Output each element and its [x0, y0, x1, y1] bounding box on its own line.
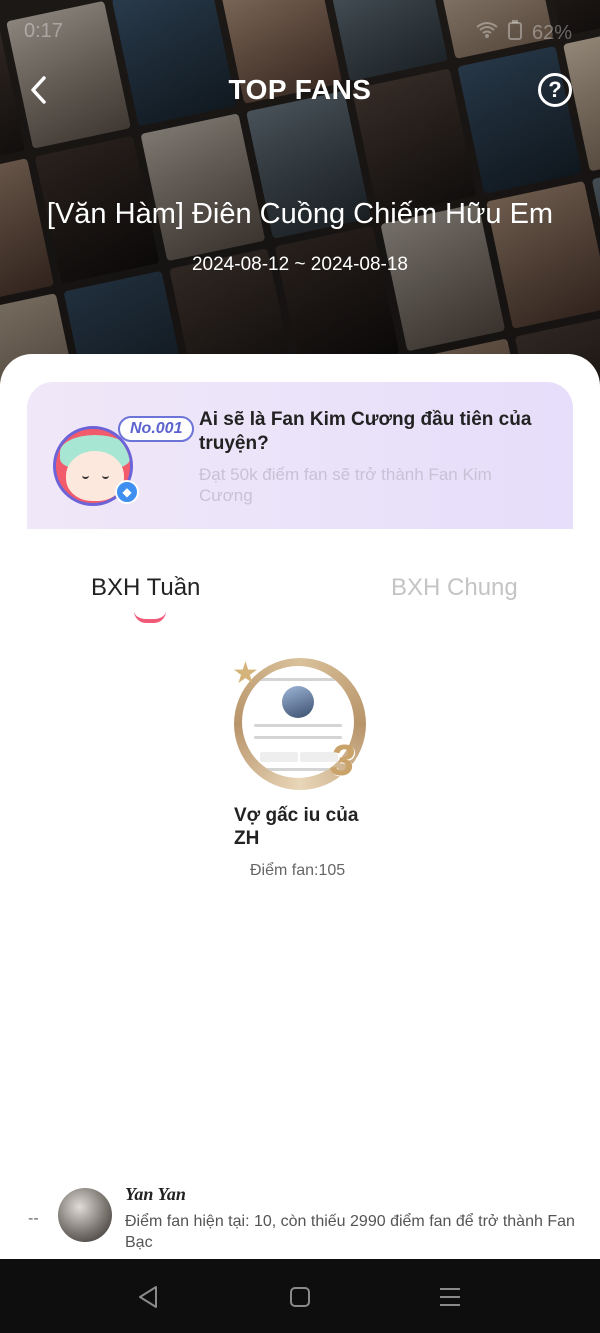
my-name: Yan Yan — [125, 1184, 186, 1204]
square-home-icon — [290, 1287, 310, 1307]
battery-level: 62% — [531, 21, 572, 44]
top-bar: TOP FANS ? — [0, 66, 600, 116]
star-icon: ★ — [232, 657, 259, 690]
wifi-icon — [476, 21, 498, 45]
nav-home-button[interactable] — [286, 1283, 314, 1311]
promo-subtitle: Đạt 50k điểm fan sẽ trở thành Fan Kim Cư… — [199, 465, 492, 505]
promo-title: Ai sẽ là Fan Kim Cương đầu tiên của truy… — [199, 409, 532, 454]
status-time: 0:17 — [24, 20, 63, 42]
status-bar: 0:17 62% — [0, 18, 600, 48]
my-rank: -- — [28, 1210, 39, 1227]
question-icon: ? — [548, 77, 562, 102]
triangle-back-icon — [139, 1286, 157, 1308]
diamond-fan-promo: ◆ No.001 Ai sẽ là Fan Kim Cương đầu tiên… — [27, 382, 573, 529]
avatar — [58, 1188, 112, 1242]
fan-score: Điểm fan:105 — [250, 862, 346, 879]
date-range: 2024-08-12 ~ 2024-08-18 — [191, 254, 409, 275]
active-tab-indicator — [134, 611, 166, 623]
nav-menu-button[interactable] — [436, 1283, 464, 1311]
diamond-icon: ◆ — [115, 480, 139, 504]
ranking-tabs: BXH Tuần BXH Chung — [0, 566, 600, 626]
help-button[interactable]: ? — [538, 73, 572, 107]
my-ranking-row: -- Yan Yan Điểm fan hiện tại: 10, còn th… — [0, 1176, 600, 1256]
tab-weekly[interactable]: BXH Tuần — [91, 574, 200, 602]
my-points-description: Điểm fan hiện tại: 10, còn thiếu 2990 đi… — [125, 1213, 575, 1251]
fan-avatar: ★ 3 — [232, 656, 368, 792]
system-nav-bar — [0, 1259, 600, 1333]
header-banner: 0:17 62% TOP FANS ? [Văn Hàm] Điên Cuồng… — [0, 0, 600, 390]
menu-lines-icon — [440, 1288, 460, 1306]
content-sheet: ◆ No.001 Ai sẽ là Fan Kim Cương đầu tiên… — [0, 354, 600, 1259]
fan-name: Vợ gấc iu của ZH — [234, 805, 359, 849]
tab-overall[interactable]: BXH Chung — [391, 574, 518, 602]
nav-back-button[interactable] — [134, 1283, 162, 1311]
battery-icon — [507, 20, 522, 46]
book-title: [Văn Hàm] Điên Cuồng Chiếm Hữu Em — [46, 198, 554, 230]
page-title: TOP FANS — [228, 74, 372, 105]
rank-number-badge: No.001 — [118, 416, 195, 442]
rank-badge: 3 — [330, 736, 355, 785]
